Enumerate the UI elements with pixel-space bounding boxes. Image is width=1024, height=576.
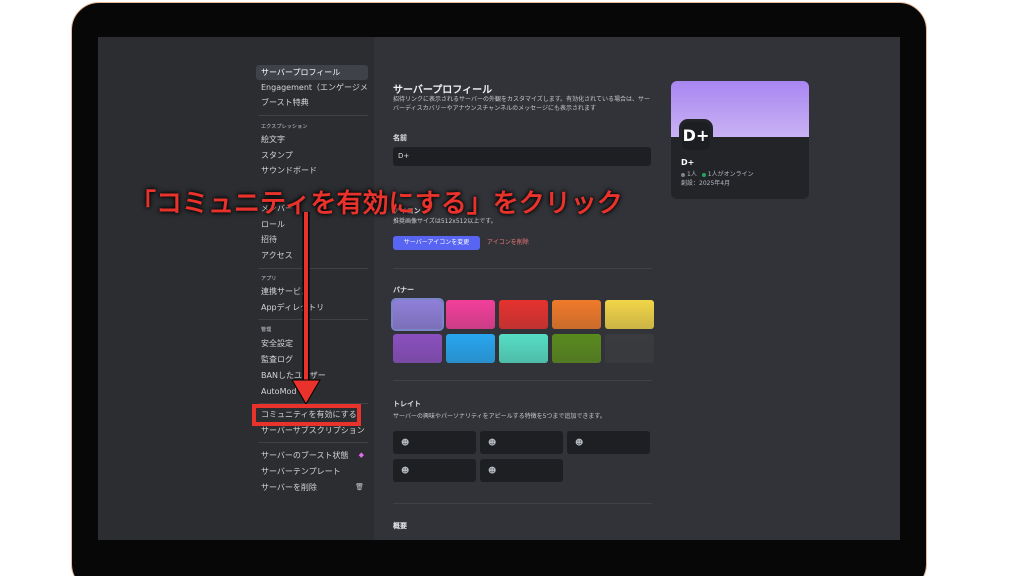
- online-dot-icon: [701, 172, 706, 177]
- card-created-date: 創設：2025年4月: [681, 180, 731, 187]
- banner-color-swatch[interactable]: [499, 300, 548, 329]
- server-avatar: D+: [679, 119, 713, 153]
- banner-color-swatch[interactable]: [605, 334, 654, 363]
- sidebar-item-boost-status[interactable]: サーバーのブースト状態 ◆: [256, 448, 368, 463]
- trait-slot[interactable]: ☻: [393, 431, 476, 454]
- server-name-input[interactable]: D+: [393, 147, 651, 166]
- section-divider: [393, 380, 652, 381]
- sidebar-item-label: サーバーのブースト状態: [261, 451, 349, 460]
- banner-color-swatch[interactable]: [446, 300, 495, 329]
- settings-main-panel: サーバープロフィール 招待リンクに表示されるサーバーの外観をカスタマイズします。…: [374, 37, 900, 540]
- sidebar-item-server-profile[interactable]: サーバープロフィール: [256, 65, 368, 80]
- card-member-stats: 1人 1人がオンライン: [681, 169, 754, 178]
- trait-slot[interactable]: ☻: [480, 459, 563, 482]
- summary-label: 概要: [393, 522, 407, 530]
- banner-label: バナー: [393, 286, 414, 294]
- banner-color-swatch[interactable]: [552, 334, 601, 363]
- traits-label: トレイト: [393, 400, 421, 408]
- banner-color-swatch[interactable]: [605, 300, 654, 329]
- sidebar-header-expressions: エクスプレッション: [261, 124, 308, 130]
- tutorial-arrow-icon: [291, 212, 321, 405]
- sidebar-item-engagement[interactable]: Engagement（エンゲージメ…: [256, 80, 368, 95]
- sidebar-item-delete-server[interactable]: サーバーを削除 🗑: [256, 480, 368, 495]
- tutorial-annotation-text: 「コミュニティを有効にする」をクリック: [130, 189, 623, 219]
- member-dot-icon: [681, 172, 685, 177]
- sidebar-divider: [258, 442, 368, 443]
- banner-color-swatch[interactable]: [446, 334, 495, 363]
- page-description: 招待リンクに表示されるサーバーの外観をカスタマイズします。有効化されている場合は…: [393, 96, 650, 112]
- member-count: 1人: [687, 171, 697, 178]
- banner-color-swatch[interactable]: [552, 300, 601, 329]
- card-server-name: D+: [681, 158, 695, 167]
- change-server-icon-button[interactable]: サーバーアイコンを変更: [393, 236, 480, 250]
- page-title: サーバープロフィール: [393, 85, 493, 96]
- banner-color-swatch[interactable]: [499, 334, 548, 363]
- banner-color-swatch[interactable]: [393, 334, 442, 363]
- trait-slot[interactable]: ☻: [567, 431, 650, 454]
- banner-color-swatch[interactable]: [391, 298, 444, 331]
- online-count: 1人がオンライン: [707, 171, 754, 178]
- sidebar-item-emoji[interactable]: 絵文字: [256, 132, 368, 147]
- enable-community-highlight-box: [252, 404, 361, 426]
- sidebar-item-label: サーバーを削除: [261, 483, 317, 492]
- sidebar-item-boost-perks[interactable]: ブースト特典: [256, 95, 368, 110]
- traits-description: サーバーの興味やパーソナリティをアピールする特徴を5つまで追加できます。: [393, 413, 606, 420]
- sidebar-item-soundboard[interactable]: サウンドボード: [256, 163, 368, 178]
- sidebar-header-moderation: 管理: [261, 327, 272, 333]
- trait-slot[interactable]: ☻: [393, 459, 476, 482]
- sidebar-header-apps: アプリ: [261, 276, 277, 282]
- discord-server-settings-window: サーバープロフィール Engagement（エンゲージメ… ブースト特典 エクス…: [98, 37, 900, 540]
- sidebar-item-server-template[interactable]: サーバーテンプレート: [256, 464, 368, 479]
- server-preview-card: D+ D+ 1人 1人がオンライン 創設：2025年4月: [671, 81, 809, 199]
- trait-slot[interactable]: ☻: [480, 431, 563, 454]
- trash-icon: 🗑: [355, 483, 364, 491]
- name-label: 名前: [393, 134, 407, 142]
- section-divider: [393, 503, 652, 504]
- remove-icon-link[interactable]: アイコンを削除: [487, 236, 529, 250]
- section-divider: [393, 268, 652, 269]
- boost-gem-icon: ◆: [358, 451, 364, 459]
- sidebar-divider: [258, 115, 368, 116]
- sidebar-item-stickers[interactable]: スタンプ: [256, 148, 368, 163]
- settings-sidebar: サーバープロフィール Engagement（エンゲージメ… ブースト特典 エクス…: [98, 37, 374, 540]
